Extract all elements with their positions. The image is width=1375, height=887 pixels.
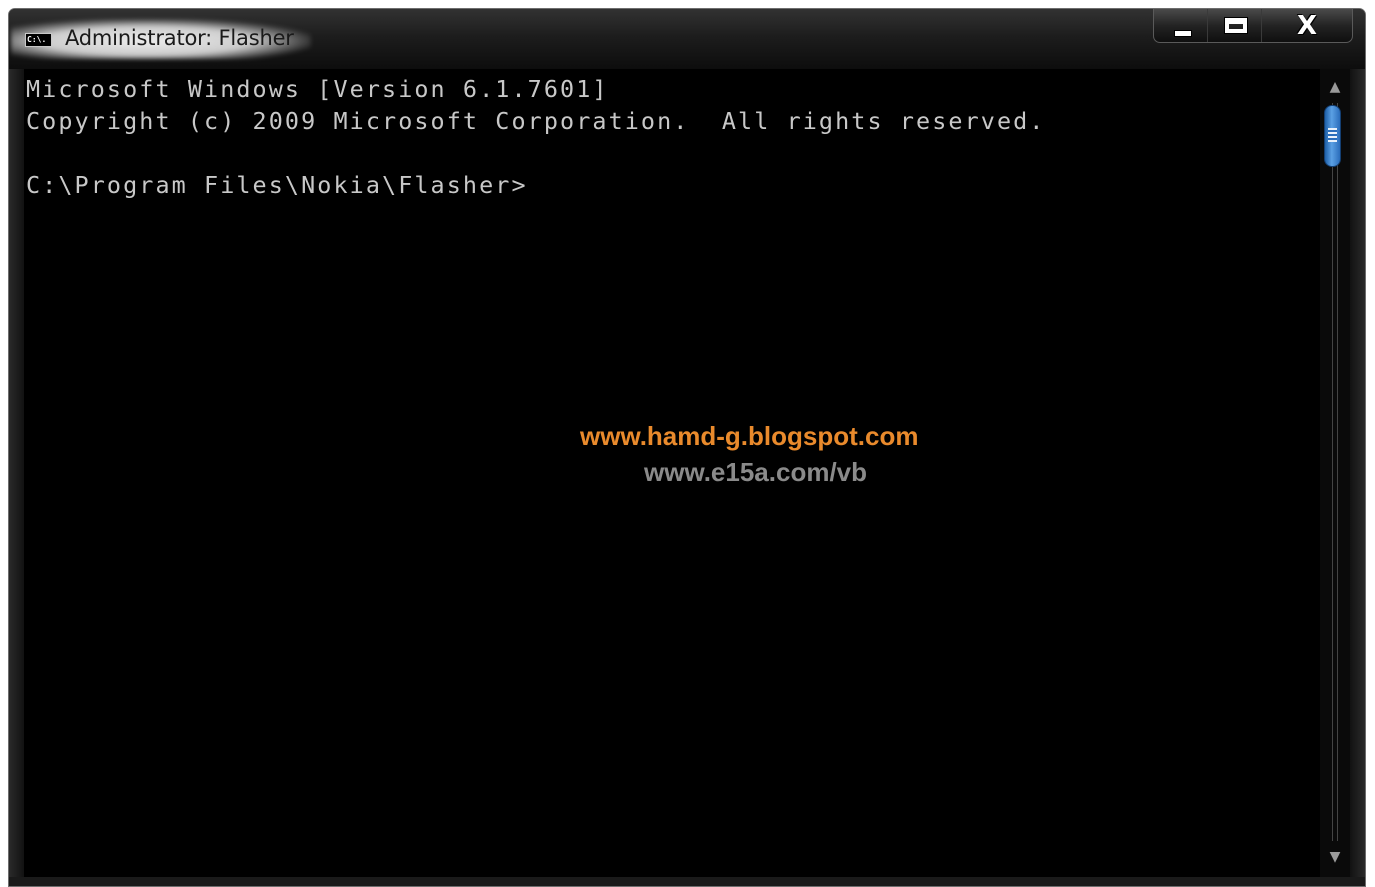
scroll-thumb-grip-icon (1328, 128, 1337, 142)
console-line-copyright: Copyright (c) 2009 Microsoft Corporation… (26, 107, 1046, 135)
maximize-button[interactable] (1208, 9, 1262, 42)
close-button[interactable]: X (1262, 9, 1352, 42)
window-title: Administrator: Flasher (65, 26, 294, 50)
scroll-down-arrow-icon[interactable]: ▼ (1325, 847, 1345, 867)
scroll-track[interactable] (1332, 103, 1338, 841)
watermark-line-2: www.e15a.com/vb (644, 457, 868, 487)
scroll-thumb[interactable] (1324, 105, 1341, 167)
console-prompt: C:\Program Files\Nokia\Flasher> (26, 171, 528, 199)
minimize-icon (1174, 30, 1192, 37)
close-icon: X (1296, 11, 1317, 41)
console-line-version: Microsoft Windows [Version 6.1.7601] (26, 75, 609, 103)
title-bar[interactable]: C:\. Administrator: Flasher X (9, 9, 1365, 69)
window-left-border (9, 69, 24, 886)
scroll-up-arrow-icon[interactable]: ▲ (1325, 77, 1345, 97)
cmd-icon[interactable]: C:\. (25, 33, 52, 47)
window-bottom-border (9, 877, 1365, 886)
maximize-icon (1223, 17, 1248, 34)
window-right-border (1350, 69, 1365, 886)
watermark-line-1: www.hamd-g.blogspot.com (580, 421, 919, 451)
minimize-button[interactable] (1154, 9, 1208, 42)
caption-buttons: X (1153, 9, 1353, 43)
console-window: C:\. Administrator: Flasher X Microsoft … (8, 8, 1366, 887)
vertical-scrollbar[interactable]: ▲ ▼ (1320, 69, 1350, 879)
console-output[interactable]: Microsoft Windows [Version 6.1.7601] Cop… (24, 69, 1320, 879)
